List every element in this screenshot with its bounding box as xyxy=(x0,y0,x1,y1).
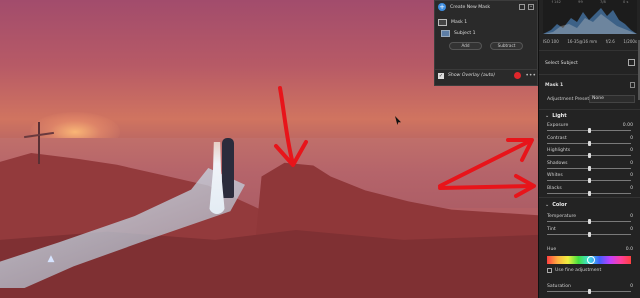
temperature-value[interactable]: 0 xyxy=(630,214,633,219)
invert-icon[interactable] xyxy=(628,59,635,66)
create-mask-label[interactable]: Create New Mask xyxy=(450,5,516,10)
hue-value[interactable]: 0.0 xyxy=(626,247,633,252)
blacks-value[interactable]: 0 xyxy=(630,186,633,191)
chevron-down-icon: ⌄ xyxy=(545,202,550,208)
adjustment-preset-label: Adjustment Preset xyxy=(547,97,590,102)
shadows-thumb[interactable] xyxy=(587,165,591,171)
mask-name-label: Mask 1 xyxy=(545,83,564,88)
toggle-icon[interactable] xyxy=(519,4,525,10)
exposure-value[interactable]: 0.00 xyxy=(623,123,633,128)
select-subject-label[interactable]: Select Subject xyxy=(545,61,578,66)
mask-thumbnail xyxy=(438,19,447,26)
divider xyxy=(539,197,640,198)
light-section-header[interactable]: ⌄ Light xyxy=(545,113,567,119)
more-icon[interactable]: ••• xyxy=(525,72,536,79)
histogram: f 142 99 7/8 0 s xyxy=(543,0,637,34)
overlay-checkbox[interactable]: ✓ xyxy=(438,72,444,79)
subject-item[interactable]: Subject 1 xyxy=(435,28,537,39)
divider xyxy=(539,50,640,51)
overlay-label: Show Overlay (auto) xyxy=(448,73,496,78)
trash-icon[interactable] xyxy=(630,82,635,88)
whites-label: Whites xyxy=(547,173,563,178)
hue-slider-thumb[interactable] xyxy=(587,256,595,264)
highlights-value[interactable]: 0 xyxy=(630,148,633,153)
color-section-header[interactable]: ⌄ Color xyxy=(545,202,567,208)
color-section-label: Color xyxy=(552,202,567,208)
create-mask-row[interactable]: + Create New Mask • xyxy=(435,1,537,13)
show-overlay-row: ✓ Show Overlay (auto) ••• xyxy=(435,69,539,81)
tint-value[interactable]: 0 xyxy=(630,227,633,232)
subject-thumbnail xyxy=(441,30,450,37)
mouse-cursor-icon xyxy=(395,116,401,125)
whites-slider[interactable]: Whites 0 xyxy=(547,173,635,186)
shadows-slider[interactable]: Shadows 0 xyxy=(547,161,635,174)
exposure-thumb[interactable] xyxy=(587,128,591,133)
histogram-graph xyxy=(543,8,637,34)
saturation-slider[interactable]: Saturation 0 xyxy=(547,284,635,297)
divider xyxy=(539,74,640,75)
add-button[interactable]: Add xyxy=(449,42,482,50)
light-section-label: Light xyxy=(552,113,567,119)
tint-label: Tint xyxy=(547,226,556,232)
highlights-slider[interactable]: Highlights 0 xyxy=(547,148,635,161)
exposure-slider[interactable]: Exposure 0.00 xyxy=(547,123,635,136)
hue-label: Hue xyxy=(547,247,557,252)
saturation-thumb[interactable] xyxy=(588,289,591,294)
fine-adjustment-checkbox[interactable] xyxy=(547,268,552,273)
wedding-couple xyxy=(205,134,245,218)
blacks-thumb[interactable] xyxy=(587,190,591,196)
tint-thumb[interactable] xyxy=(587,231,591,237)
shadows-value[interactable]: 0 xyxy=(630,161,633,166)
subject-label[interactable]: Subject 1 xyxy=(454,31,476,36)
fine-adjustment-row[interactable]: Use fine adjustment xyxy=(547,268,601,273)
temperature-slider[interactable]: Temperature 0 xyxy=(547,214,635,227)
shutter-value: 1/200s xyxy=(623,39,637,44)
saturation-value[interactable]: 0 xyxy=(630,284,633,289)
contrast-label: Contrast xyxy=(547,135,567,141)
chevron-down-icon: ⌄ xyxy=(545,113,550,119)
contrast-slider[interactable]: Contrast 0 xyxy=(547,136,635,149)
mask-label[interactable]: Mask 1 xyxy=(451,20,467,25)
adjustment-preset-select[interactable]: None xyxy=(589,95,635,103)
highlights-thumb[interactable] xyxy=(587,153,591,158)
overlay-color-swatch[interactable] xyxy=(514,72,522,79)
masks-panel: + Create New Mask • Mask 1 Subject 1 Add… xyxy=(434,0,539,86)
focal-value: 16-35@16 mm xyxy=(567,39,598,44)
exposure-label: Exposure xyxy=(547,123,569,128)
aperture-value: f/2.6 xyxy=(605,39,615,44)
fine-adjustment-label: Use fine adjustment xyxy=(555,268,602,273)
iso-value: ISO 100 xyxy=(543,39,559,44)
highlights-label: Highlights xyxy=(547,148,571,153)
whites-value[interactable]: 0 xyxy=(630,173,633,178)
whites-thumb[interactable] xyxy=(587,178,591,183)
blacks-label: Blacks xyxy=(547,185,562,191)
shadows-label: Shadows xyxy=(547,160,568,166)
subtract-button[interactable]: Subtract xyxy=(490,42,523,50)
edit-panel: f 142 99 7/8 0 s ISO 100 16-35@16 mm f/2… xyxy=(538,0,640,298)
pole xyxy=(38,122,40,164)
contrast-value[interactable]: 0 xyxy=(630,136,633,141)
temperature-thumb[interactable] xyxy=(587,219,591,224)
camera-info: ISO 100 16-35@16 mm f/2.6 1/200s xyxy=(543,39,637,44)
plus-icon[interactable]: + xyxy=(438,3,446,11)
mask-pin-icon[interactable]: ▲ xyxy=(46,254,56,264)
contrast-thumb[interactable] xyxy=(587,140,591,146)
saturation-label: Saturation xyxy=(547,284,571,289)
tint-slider[interactable]: Tint 0 xyxy=(547,227,635,240)
divider xyxy=(539,109,640,110)
mask-item[interactable]: Mask 1 xyxy=(435,17,537,28)
temperature-label: Temperature xyxy=(547,214,577,219)
eye-icon[interactable]: • xyxy=(528,4,534,10)
groom xyxy=(222,138,234,198)
